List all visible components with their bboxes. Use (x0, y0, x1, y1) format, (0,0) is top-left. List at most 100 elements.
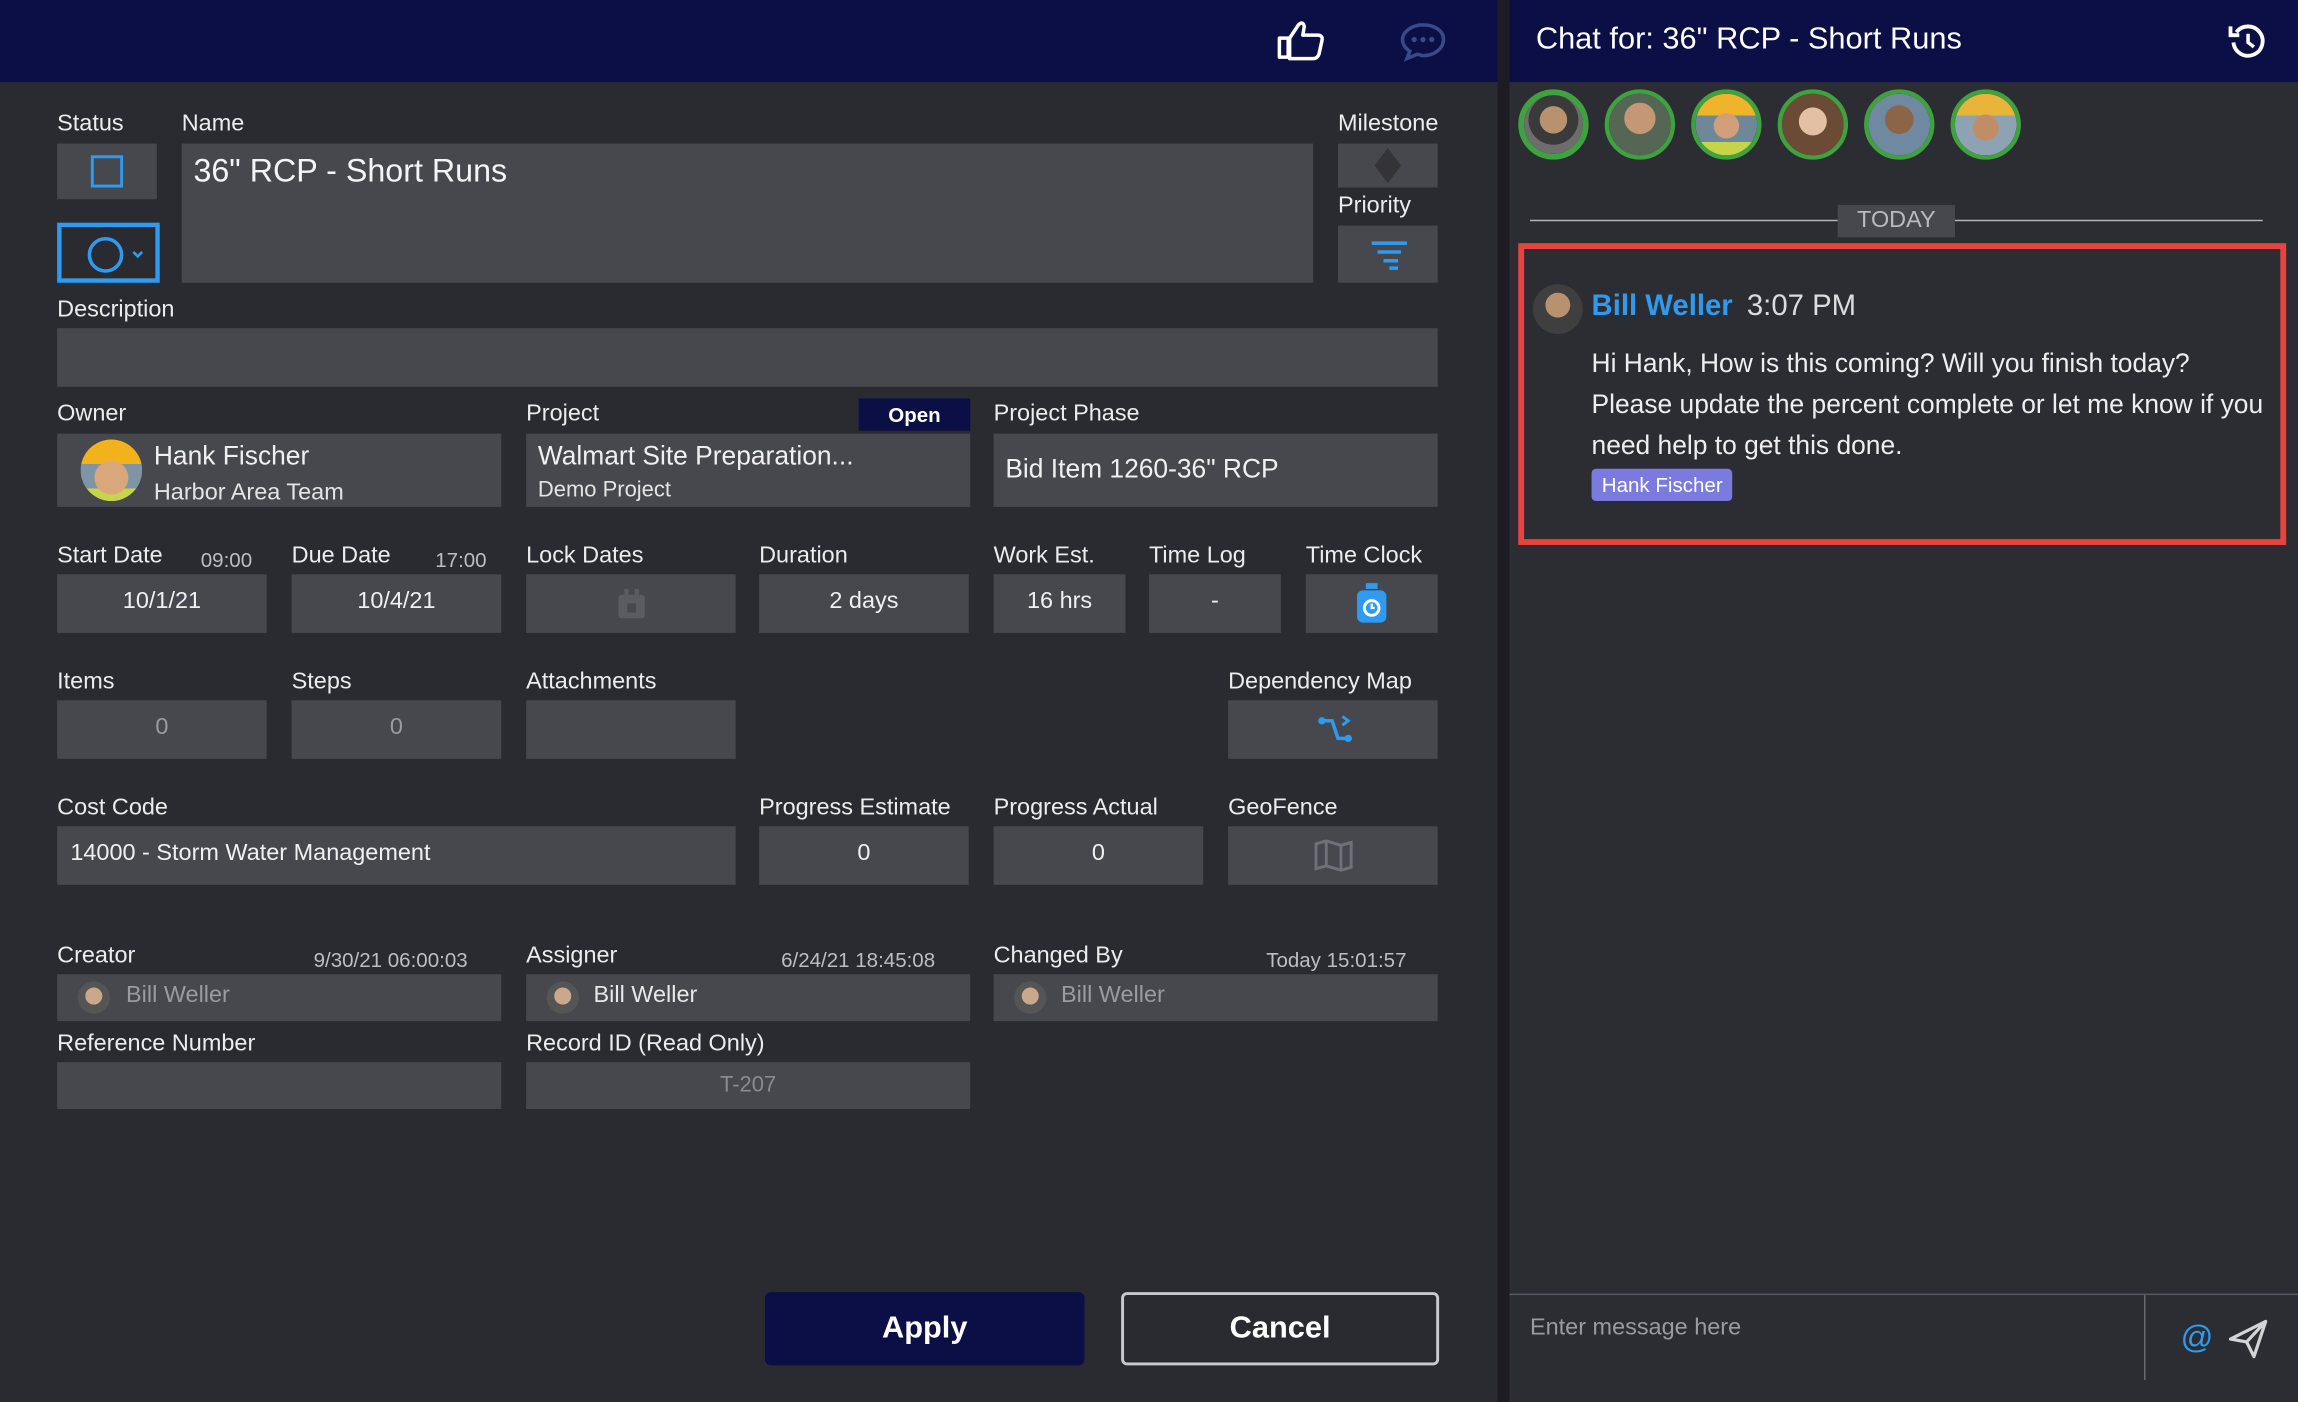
assigner-label: Assigner (526, 943, 618, 969)
geofence-button[interactable] (1228, 826, 1438, 885)
start-date-label: Start Date (57, 543, 163, 569)
steps-field[interactable]: 0 (291, 700, 502, 759)
participant-avatar[interactable] (1950, 89, 2021, 160)
description-field[interactable] (57, 328, 1438, 387)
progress-estimate-field[interactable]: 0 (759, 826, 969, 885)
cost-code-label: Cost Code (57, 795, 168, 821)
items-field[interactable]: 0 (57, 700, 267, 759)
milestone-toggle[interactable] (1338, 143, 1438, 188)
day-separator: TODAY (1837, 205, 1955, 238)
steps-value: 0 (389, 714, 403, 740)
owner-label: Owner (57, 401, 127, 427)
message-input[interactable]: Enter message here (1530, 1316, 1741, 1342)
due-date-field[interactable]: 10/4/21 (291, 574, 502, 633)
cancel-button[interactable]: Cancel (1121, 1292, 1440, 1366)
comment-icon[interactable] (1400, 21, 1447, 62)
geofence-label: GeoFence (1228, 795, 1338, 821)
start-date-field[interactable]: 10/1/21 (57, 574, 267, 633)
message-avatar (1532, 284, 1583, 335)
items-label: Items (57, 669, 115, 695)
apply-button[interactable]: Apply (764, 1292, 1085, 1366)
progress-actual-label: Progress Actual (993, 795, 1158, 821)
duration-value: 2 days (829, 588, 899, 614)
separator-line (1954, 219, 2263, 222)
owner-field[interactable]: Hank Fischer Harbor Area Team (57, 433, 502, 507)
work-estimate-field[interactable]: 16 hrs (993, 574, 1126, 633)
message-time: 3:07 PM (1746, 290, 1857, 323)
dependency-map-button[interactable] (1228, 700, 1438, 759)
progress-actual-field[interactable]: 0 (993, 826, 1204, 885)
project-phase-field[interactable]: Bid Item 1260-36" RCP (993, 433, 1438, 507)
mention-tag[interactable]: Hank Fischer (1591, 468, 1733, 502)
cost-code-value: 14000 - Storm Water Management (70, 840, 431, 866)
cost-code-field[interactable]: 14000 - Storm Water Management (57, 826, 736, 885)
chat-header: Chat for: 36" RCP - Short Runs (1509, 0, 2298, 83)
message-author[interactable]: Bill Weller (1592, 290, 1733, 324)
attachments-field[interactable] (526, 700, 736, 759)
send-icon[interactable] (2228, 1319, 2269, 1360)
duration-field[interactable]: 2 days (759, 574, 969, 633)
creator-avatar (77, 981, 110, 1014)
creator-label: Creator (57, 943, 136, 969)
assigner-date: 6/24/21 18:45:08 (781, 947, 936, 972)
priority-label: Priority (1338, 193, 1411, 219)
work-estimate-value: 16 hrs (1026, 588, 1093, 614)
reference-number-field[interactable] (57, 1062, 502, 1110)
creator-name: Bill Weller (126, 983, 230, 1008)
items-value: 0 (155, 714, 169, 740)
creator-field: Bill Weller (57, 974, 502, 1022)
due-time: 17:00 (435, 547, 487, 572)
chat-title: Chat for: 36" RCP - Short Runs (1535, 21, 1962, 56)
assigner-field[interactable]: Bill Weller (526, 974, 971, 1022)
priority-select[interactable] (1338, 225, 1438, 283)
time-log-label: Time Log (1148, 543, 1246, 569)
time-clock-button[interactable] (1305, 574, 1438, 633)
milestone-label: Milestone (1338, 111, 1439, 137)
progress-estimate-value: 0 (857, 840, 871, 866)
assigner-avatar (546, 981, 579, 1014)
history-icon[interactable] (2228, 21, 2269, 62)
calendar-lock-icon (618, 588, 645, 619)
thumbs-up-icon[interactable] (1275, 18, 1325, 62)
project-status-badge: Open (858, 398, 971, 431)
participant-avatar[interactable] (1864, 89, 1935, 160)
changed-by-field: Bill Weller (993, 974, 1438, 1022)
status-label: Status (57, 111, 124, 137)
participant-avatar[interactable] (1518, 89, 1589, 160)
circle-status-icon (87, 237, 144, 273)
project-label: Project (526, 401, 600, 427)
message-composer: Enter message here @ (1509, 1293, 2298, 1402)
status-select[interactable] (57, 222, 160, 283)
composer-divider (2144, 1295, 2146, 1381)
start-time: 09:00 (200, 547, 253, 572)
at-icon[interactable]: @ (2181, 1319, 2214, 1357)
creator-date: 9/30/21 06:00:03 (313, 947, 468, 972)
duration-label: Duration (759, 543, 848, 569)
time-clock-label: Time Clock (1305, 543, 1423, 569)
record-id-field: T-207 (526, 1062, 971, 1110)
status-checkbox[interactable] (57, 143, 157, 200)
time-log-field[interactable]: - (1148, 574, 1281, 633)
project-subtitle: Demo Project (537, 477, 672, 503)
attachments-label: Attachments (526, 669, 657, 695)
lock-dates-label: Lock Dates (526, 543, 644, 569)
project-field[interactable]: Walmart Site Preparation... Demo Project (526, 433, 971, 507)
due-date-label: Due Date (291, 543, 391, 569)
task-editor-panel: Status Name 36" RCP - Short Runs Milesto… (0, 0, 1498, 1402)
participant-avatar[interactable] (1604, 89, 1676, 160)
chat-message: Bill Weller 3:07 PM Hi Hank, How is this… (1518, 243, 2287, 545)
name-label: Name (181, 111, 245, 137)
record-id-label: Record ID (Read Only) (526, 1031, 765, 1057)
changed-by-avatar (1014, 981, 1047, 1014)
name-value: 36" RCP - Short Runs (193, 152, 508, 189)
owner-name: Hank Fischer (153, 440, 310, 471)
participant-avatar[interactable] (1777, 89, 1848, 160)
project-phase-label: Project Phase (993, 401, 1140, 427)
message-text: Hi Hank, How is this coming? Will you fi… (1591, 348, 2264, 461)
changed-by-name: Bill Weller (1061, 983, 1165, 1008)
name-field[interactable]: 36" RCP - Short Runs (181, 143, 1314, 283)
start-date-value: 10/1/21 (122, 588, 202, 614)
lock-dates-toggle[interactable] (526, 574, 736, 633)
progress-actual-value: 0 (1091, 840, 1105, 866)
participant-avatar[interactable] (1691, 89, 1762, 160)
